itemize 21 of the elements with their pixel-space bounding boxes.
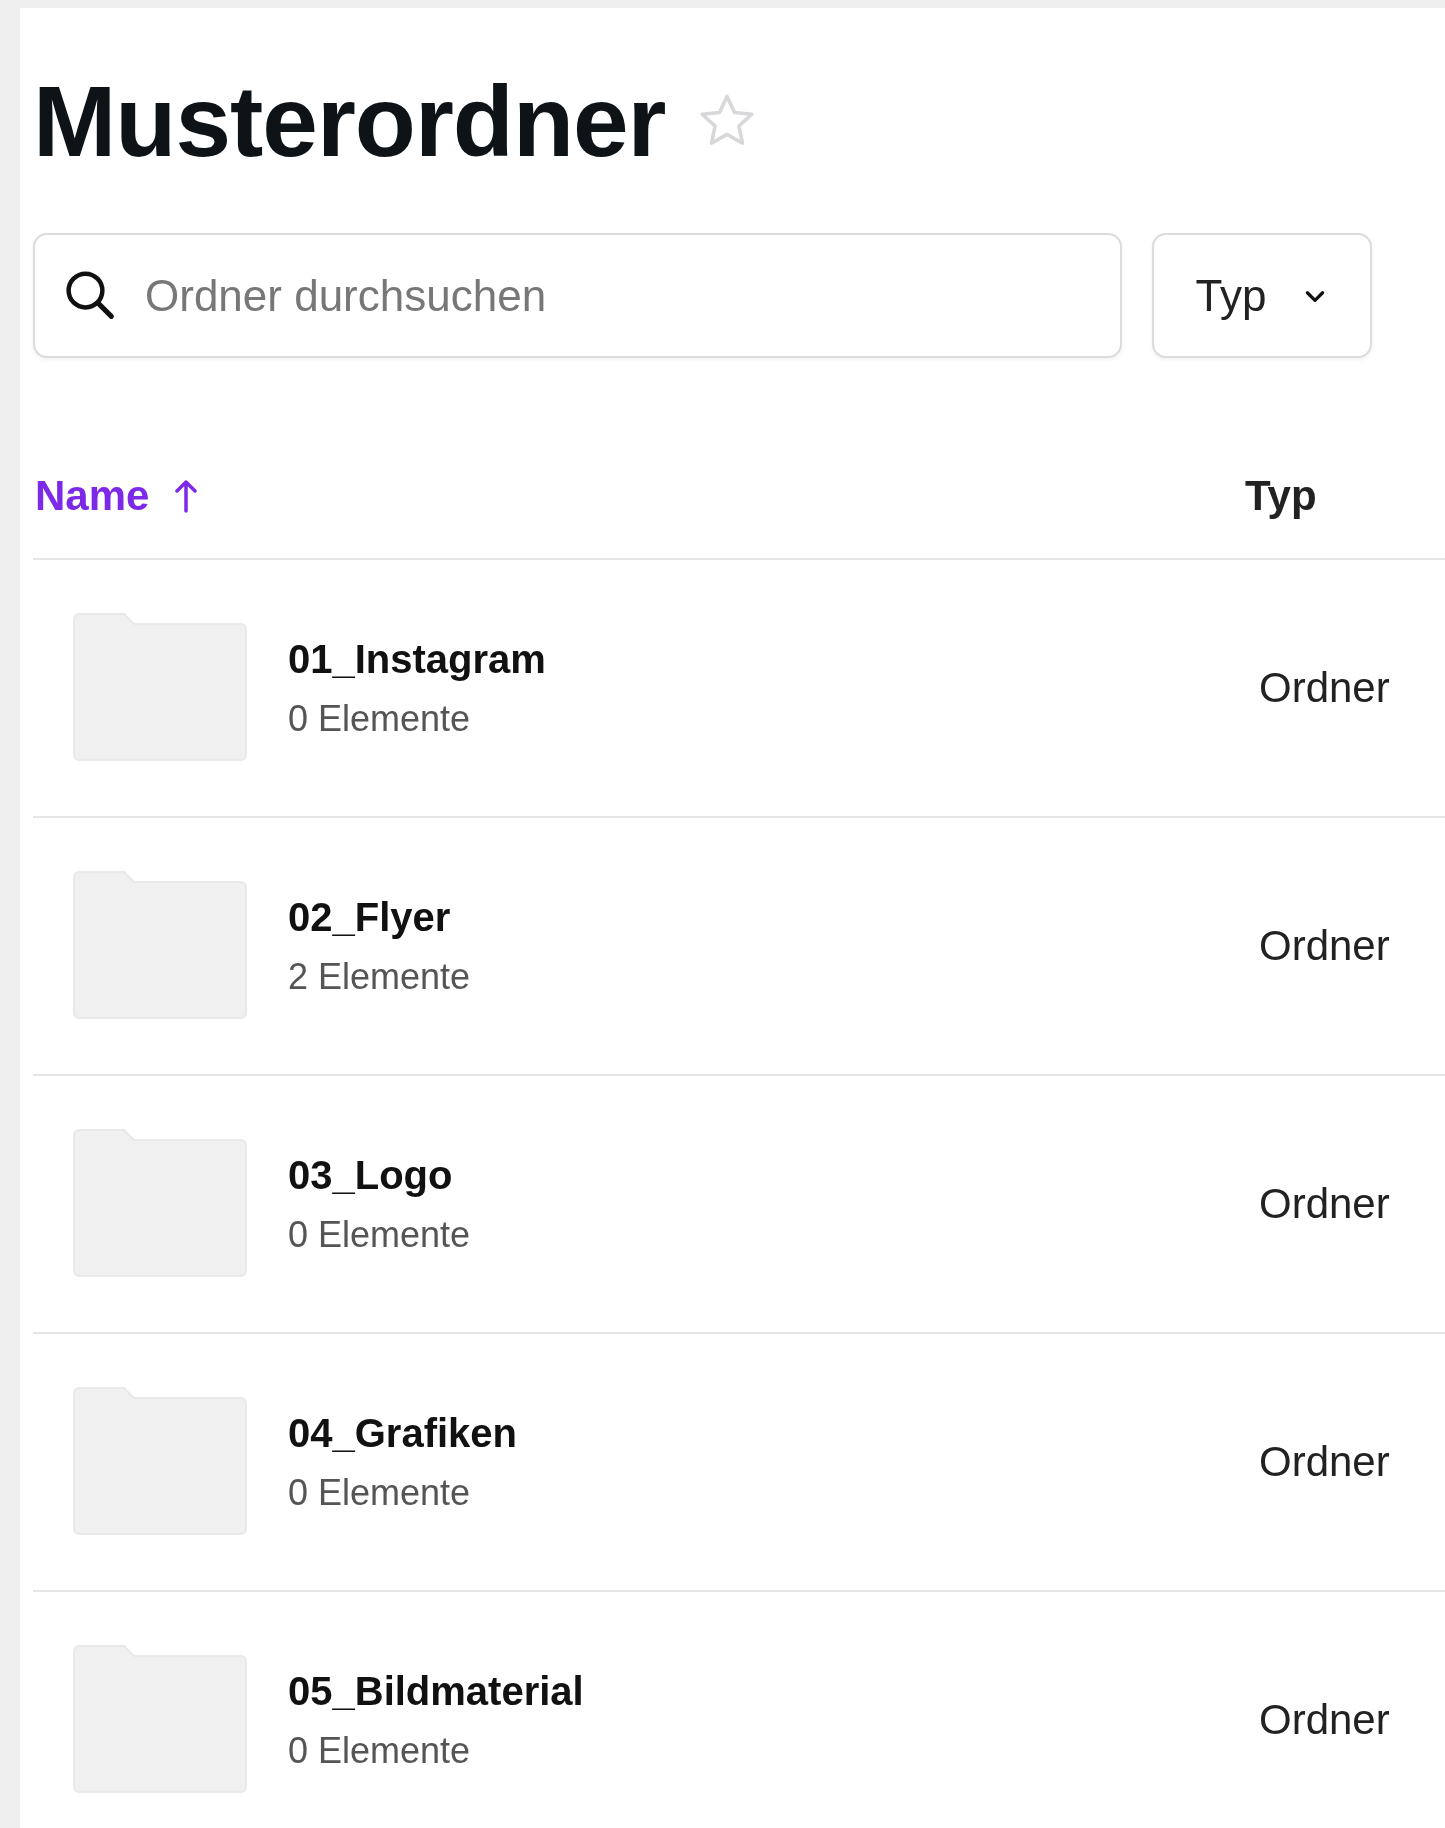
item-count: 0 Elemente <box>288 1729 471 1773</box>
folder-name[interactable]: 01_Instagram <box>288 635 546 684</box>
folder-name[interactable]: 03_Logo <box>288 1151 453 1200</box>
folder-name[interactable]: 04_Grafiken <box>288 1409 518 1458</box>
search-field[interactable]: Ordner durchsuchen <box>33 233 1122 358</box>
arrow-up-icon <box>173 479 200 513</box>
item-count: 0 Elemente <box>288 697 471 741</box>
item-count: 2 Elemente <box>288 955 471 999</box>
folder-name[interactable]: 02_Flyer <box>288 893 451 942</box>
type-dropdown[interactable]: Typ <box>1152 233 1372 358</box>
page-title: Musterordner <box>33 71 666 171</box>
type-cell-text: Ordner <box>1258 922 1391 970</box>
folder-name[interactable]: 05_Bildmaterial <box>288 1667 584 1716</box>
item-count: 0 Elemente <box>288 1471 471 1515</box>
column-header[interactable]: Typ <box>1245 472 1445 520</box>
type-cell-text: Ordner <box>1258 664 1391 712</box>
column-header[interactable]: Name <box>33 472 1245 520</box>
type-cell-text: Ordner <box>1258 1696 1391 1744</box>
type-cell-text: Ordner <box>1258 1180 1391 1228</box>
type-cell-text: Ordner <box>1258 1438 1391 1486</box>
item-count: 0 Elemente <box>288 1213 471 1257</box>
